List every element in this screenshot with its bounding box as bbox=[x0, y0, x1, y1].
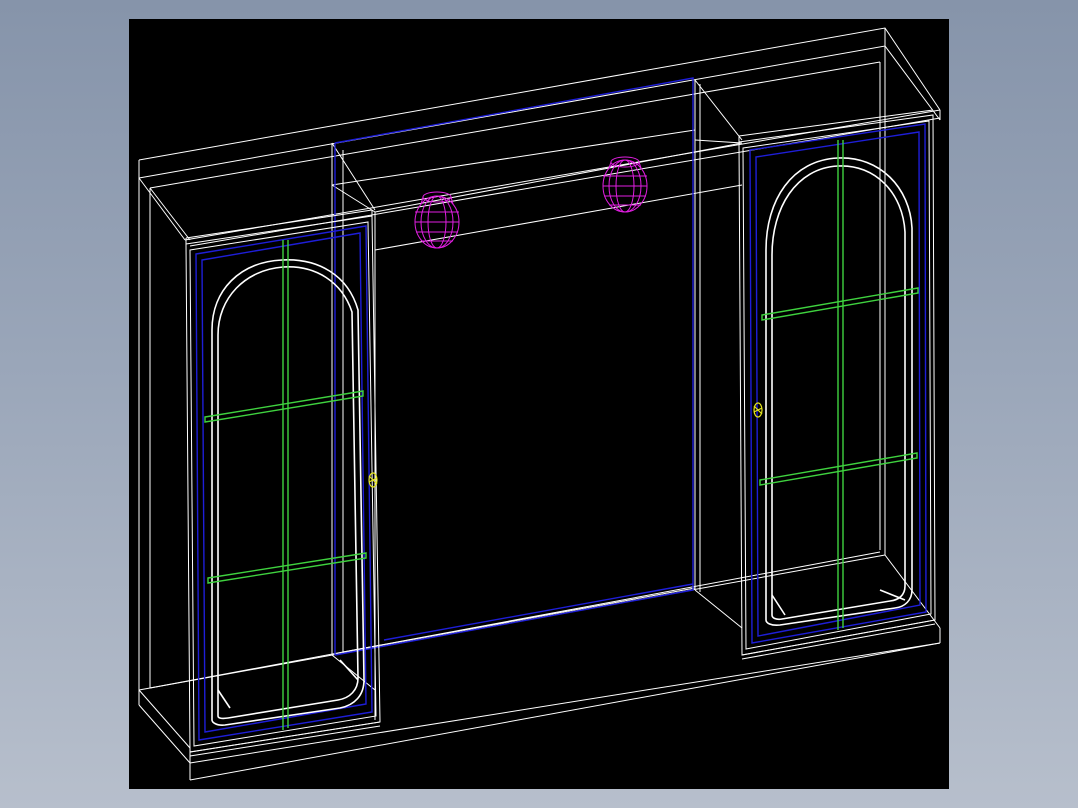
cad-viewport[interactable] bbox=[129, 19, 949, 789]
